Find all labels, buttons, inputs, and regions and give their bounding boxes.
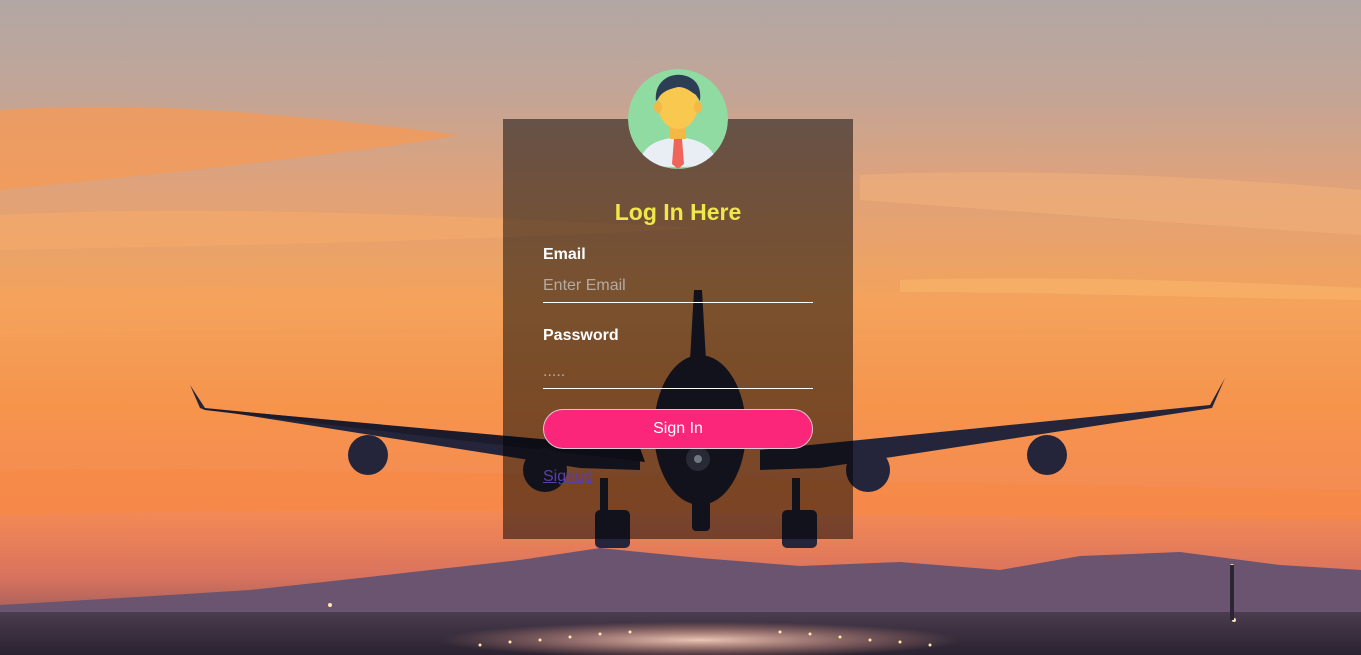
login-panel: Log In Here Email Password Sign In Signu… [503,69,853,539]
password-label: Password [543,327,619,344]
user-avatar-icon [628,69,728,169]
page-title: Log In Here [614,199,742,225]
sign-in-button[interactable]: Sign In [543,409,813,449]
email-label: Email [543,246,586,263]
email-field[interactable] [543,269,813,303]
signup-link[interactable]: Signup [543,468,593,486]
password-field[interactable] [543,355,813,389]
